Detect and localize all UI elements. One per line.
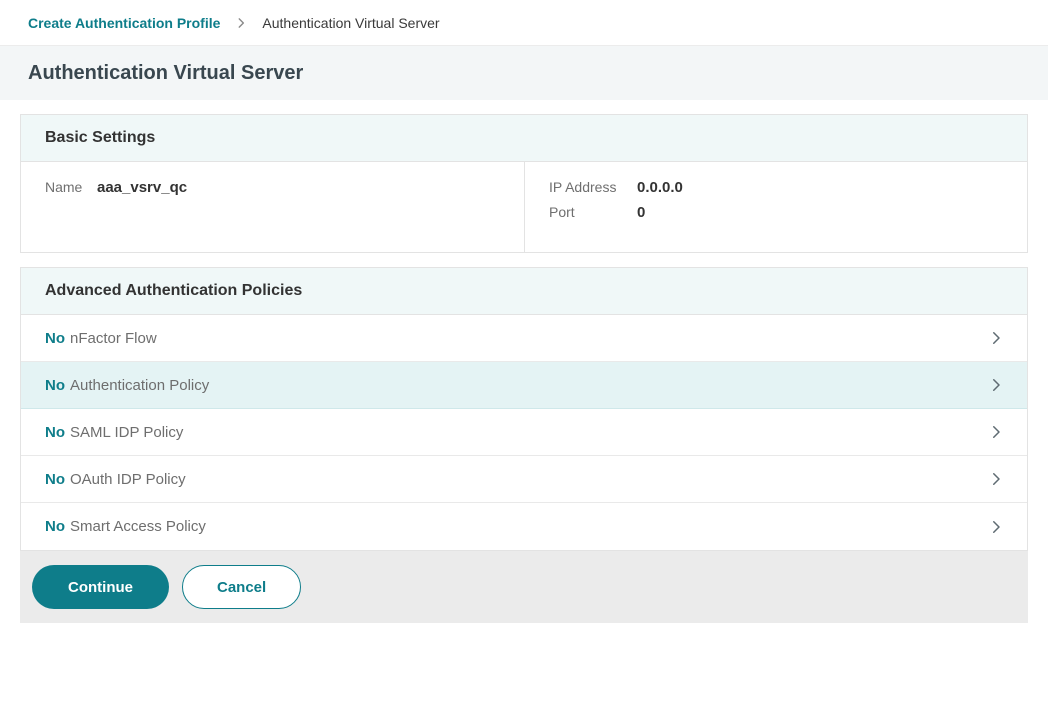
port-value: 0: [637, 204, 645, 221]
policy-label: OAuth IDP Policy: [70, 471, 186, 488]
continue-button[interactable]: Continue: [32, 565, 169, 609]
basic-settings-panel: Basic Settings Name aaa_vsrv_qc IP Addre…: [20, 114, 1028, 253]
policy-row-smart-access-policy[interactable]: No Smart Access Policy: [21, 503, 1027, 550]
policy-count: No: [45, 377, 65, 394]
breadcrumb-current-page: Authentication Virtual Server: [262, 15, 439, 31]
basic-settings-left-column: Name aaa_vsrv_qc: [21, 162, 524, 252]
policy-row-text: No OAuth IDP Policy: [45, 471, 186, 488]
policy-row-text: No Authentication Policy: [45, 377, 209, 394]
policy-label: nFactor Flow: [70, 330, 157, 347]
chevron-right-icon: [987, 470, 1005, 488]
policy-row-text: No SAML IDP Policy: [45, 424, 183, 441]
chevron-right-icon: [987, 518, 1005, 536]
advanced-policies-header: Advanced Authentication Policies: [21, 268, 1027, 315]
basic-settings-right-column: IP Address 0.0.0.0 Port 0: [524, 162, 1027, 252]
policy-count: No: [45, 424, 65, 441]
policy-count: No: [45, 518, 65, 535]
ip-address-field: IP Address 0.0.0.0: [549, 179, 1003, 196]
basic-settings-content: Name aaa_vsrv_qc IP Address 0.0.0.0 Port…: [21, 162, 1027, 252]
advanced-authentication-policies-panel: Advanced Authentication Policies NonFact…: [20, 267, 1028, 551]
policy-count: No: [45, 330, 65, 347]
policy-row-authentication-policy[interactable]: No Authentication Policy: [21, 362, 1027, 409]
breadcrumb-link-create-authentication-profile[interactable]: Create Authentication Profile: [28, 15, 220, 31]
chevron-right-icon: [987, 423, 1005, 441]
cancel-button[interactable]: Cancel: [182, 565, 301, 609]
policy-label: Authentication Policy: [70, 377, 209, 394]
policy-count: No: [45, 471, 65, 488]
port-field: Port 0: [549, 204, 1003, 221]
port-label: Port: [549, 204, 637, 220]
name-field: Name aaa_vsrv_qc: [45, 179, 500, 196]
policy-label: Smart Access Policy: [70, 518, 206, 535]
name-label: Name: [45, 179, 97, 195]
policy-row-nfactor-flow[interactable]: No nFactor Flow: [21, 315, 1027, 362]
policy-row-text: No Smart Access Policy: [45, 518, 206, 535]
chevron-right-icon: [987, 329, 1005, 347]
basic-settings-header: Basic Settings: [21, 115, 1027, 162]
page-title: Authentication Virtual Server: [28, 62, 303, 85]
policy-label: SAML IDP Policy: [70, 424, 183, 441]
policy-row-oauth-idp-policy[interactable]: No OAuth IDP Policy: [21, 456, 1027, 503]
footer-action-bar: Continue Cancel: [20, 551, 1028, 623]
ip-address-value: 0.0.0.0: [637, 179, 683, 196]
chevron-right-icon: [987, 376, 1005, 394]
ip-address-label: IP Address: [549, 179, 637, 195]
breadcrumb: Create Authentication Profile Authentica…: [0, 0, 1048, 46]
policy-row-text: No nFactor Flow: [45, 330, 157, 347]
name-value: aaa_vsrv_qc: [97, 179, 187, 196]
page-title-band: Authentication Virtual Server: [0, 46, 1048, 100]
breadcrumb-chevron-icon: [234, 16, 248, 30]
policy-row-saml-idp-policy[interactable]: No SAML IDP Policy: [21, 409, 1027, 456]
